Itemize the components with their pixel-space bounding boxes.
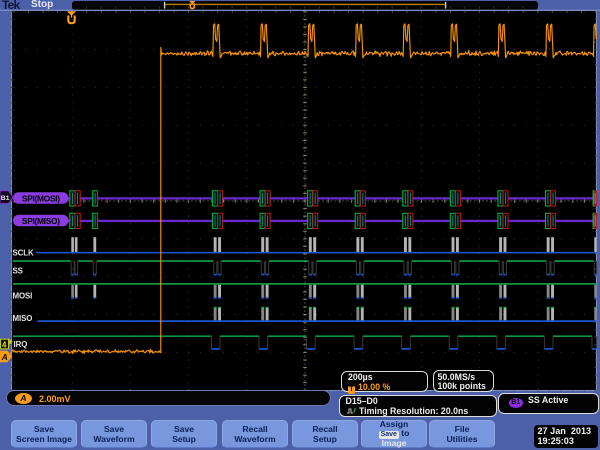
svg-text:A: A — [1, 352, 8, 362]
svg-text:4: 4 — [2, 340, 7, 349]
svg-text:B1: B1 — [1, 195, 10, 202]
svg-text:MISO: MISO — [13, 314, 33, 323]
svg-text:SPI(MISO): SPI(MISO) — [22, 216, 60, 226]
svg-text:SPI(MOSI): SPI(MOSI) — [22, 193, 60, 203]
svg-text:IRQ: IRQ — [14, 340, 28, 349]
svg-text:SS: SS — [13, 267, 23, 276]
svg-text:MOSI: MOSI — [13, 292, 33, 301]
svg-text:SCLK: SCLK — [13, 248, 34, 257]
